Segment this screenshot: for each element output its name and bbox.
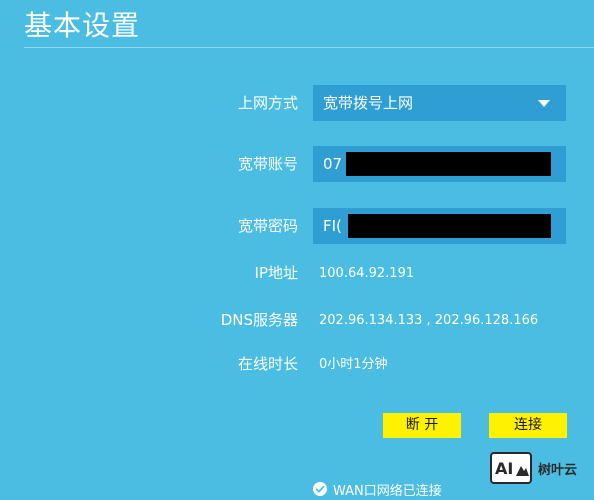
connection-type-select[interactable]: 宽带拨号上网: [313, 85, 566, 121]
title-divider: [24, 47, 594, 48]
connection-type-label: 上网方式: [237, 94, 298, 112]
online-time-label: 在线时长: [237, 355, 298, 373]
caret-down-icon: [538, 100, 550, 107]
disconnect-button[interactable]: 断 开: [383, 413, 461, 438]
account-redaction: [346, 152, 551, 176]
account-input[interactable]: 07: [313, 146, 566, 182]
dns-label: DNS服务器: [220, 311, 298, 329]
wan-status-text: WAN口网络已连接: [333, 483, 442, 499]
check-circle-icon: [313, 482, 327, 496]
password-label: 宽带密码: [237, 217, 298, 235]
account-value: 07: [323, 155, 343, 173]
account-label: 宽带账号: [237, 155, 298, 173]
dns-value: 202.96.134.133 , 202.96.128.166: [319, 313, 539, 328]
ip-value: 100.64.92.191: [319, 266, 415, 281]
connection-type-value: 宽带拨号上网: [323, 94, 414, 112]
connect-button[interactable]: 连接: [489, 413, 567, 438]
password-input[interactable]: FI(: [313, 208, 566, 244]
ip-label: IP地址: [254, 264, 298, 282]
wan-status: WAN口网络已连接: [313, 478, 442, 500]
password-redaction: [348, 214, 551, 238]
watermark: AI 树叶云: [490, 449, 594, 487]
watermark-brand: 树叶云: [538, 462, 578, 478]
password-value: FI(: [323, 217, 342, 235]
watermark-logo-icon: AI: [490, 452, 532, 484]
page-title: 基本设置: [24, 9, 141, 42]
online-time-value: 0小时1分钟: [319, 357, 388, 372]
watermark-logo-text: AI: [495, 459, 513, 478]
